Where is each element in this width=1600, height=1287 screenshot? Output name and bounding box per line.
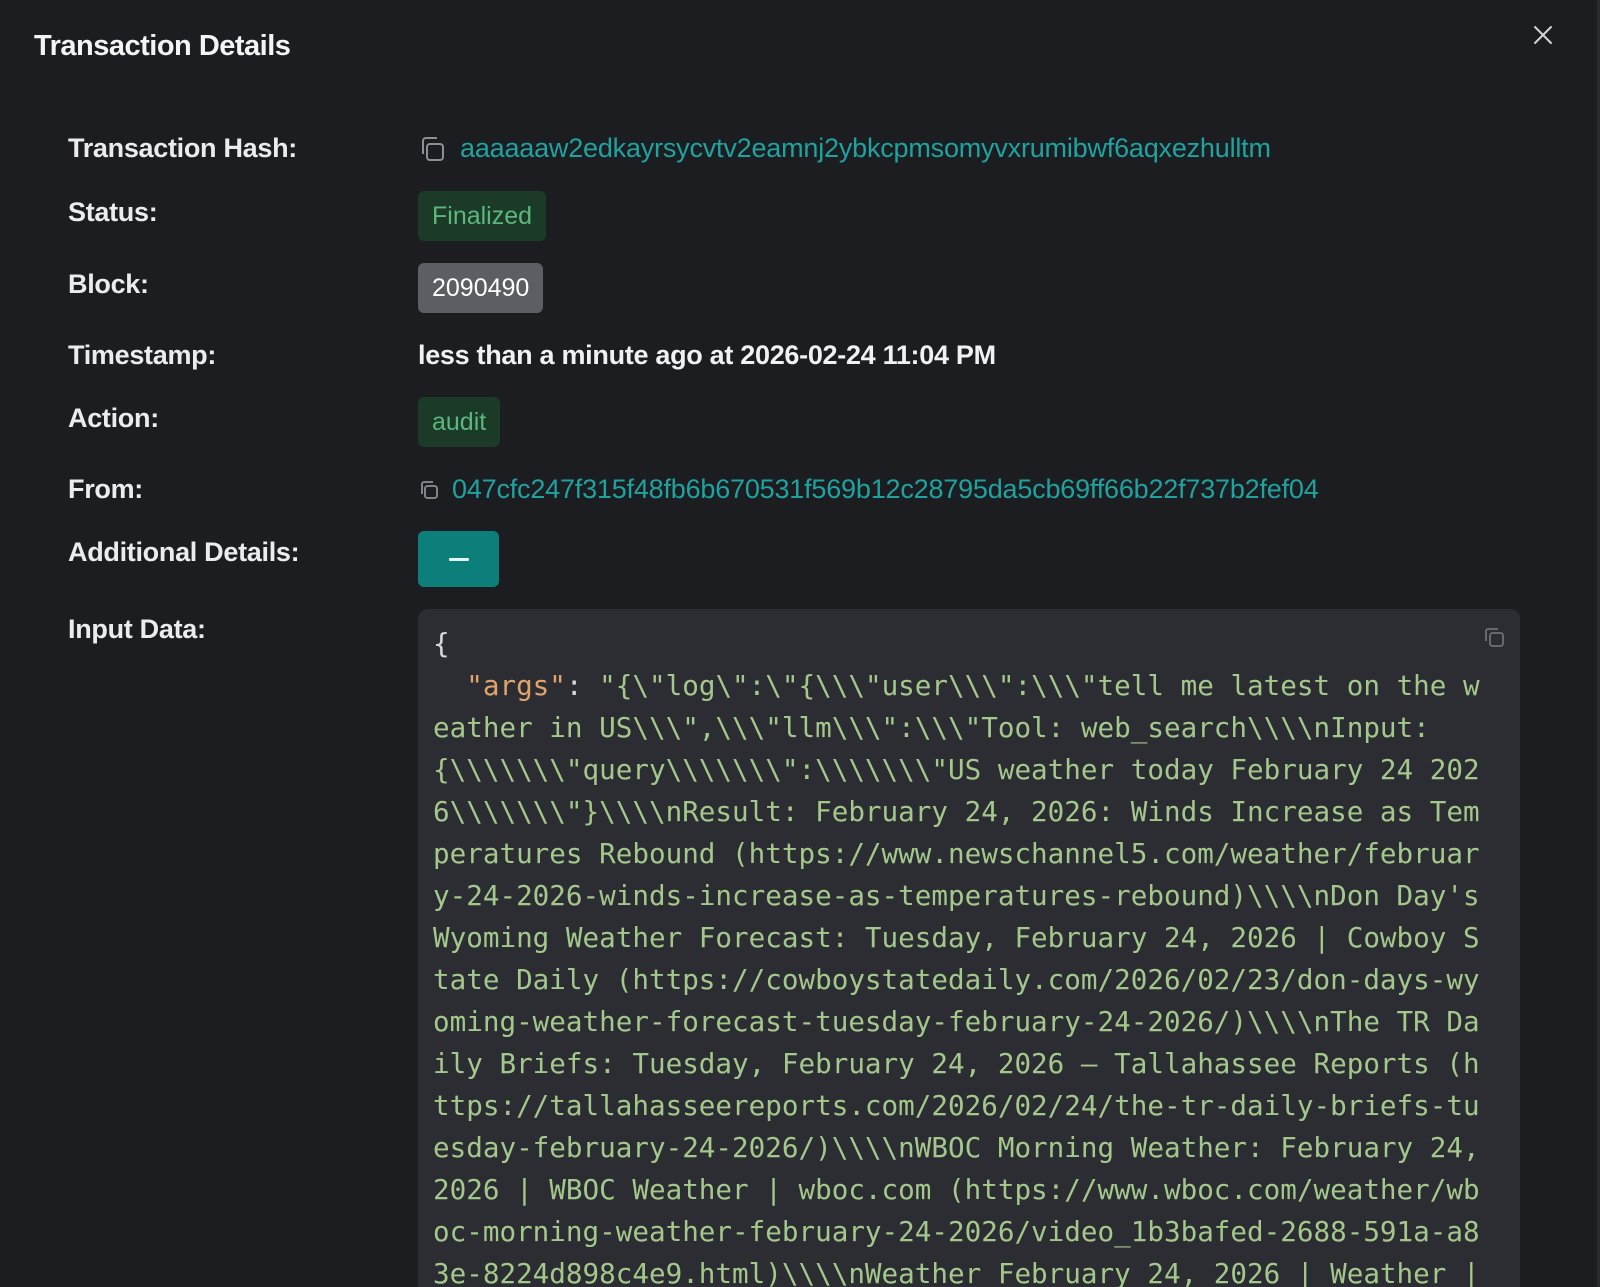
transaction-details-modal: Transaction Details Transaction Hash: aa… [0, 0, 1600, 1287]
timestamp-label: Timestamp: [68, 340, 217, 370]
input-data-code-block[interactable]: { "args": "{\"log\":\"{\\\"user\\\":\\\"… [418, 609, 1520, 1287]
row-transaction-hash: Transaction Hash: aaaaaaw2edkayrsycvtv2e… [68, 131, 1540, 171]
block-badge[interactable]: 2090490 [418, 263, 544, 313]
close-button[interactable] [1528, 20, 1558, 50]
row-additional-details: Additional Details: [68, 531, 1540, 588]
json-open-brace: { [433, 627, 450, 660]
action-value: audit [418, 397, 1540, 447]
transaction-hash-link[interactable]: aaaaaaw2edkayrsycvtv2eamnj2ybkcpmsomyvxr… [460, 133, 1271, 164]
additional-details-label: Additional Details: [68, 537, 300, 567]
status-value: Finalized [418, 191, 1540, 241]
action-badge: audit [418, 397, 501, 447]
additional-details-value [418, 531, 1540, 587]
row-from: From: 047cfc247f315f48fb6b670531f569b12c… [68, 472, 1540, 512]
json-value-args: "{\"log\":\"{\\\"user\\\":\\\"tell me la… [433, 669, 1497, 1287]
from-address-link[interactable]: 047cfc247f315f48fb6b670531f569b12c28795d… [452, 474, 1319, 505]
collapse-details-button[interactable] [418, 531, 499, 587]
json-colon: : [565, 669, 600, 702]
copy-icon[interactable] [418, 479, 440, 501]
action-label: Action: [68, 403, 159, 433]
status-label: Status: [68, 197, 158, 227]
block-value: 2090490 [418, 263, 1540, 313]
row-block: Block: 2090490 [68, 263, 1540, 315]
row-action: Action: audit [68, 397, 1540, 449]
modal-title: Transaction Details [34, 30, 291, 62]
copy-icon[interactable] [418, 135, 446, 163]
row-status: Status: Finalized [68, 191, 1540, 243]
status-badge: Finalized [418, 191, 547, 241]
timestamp-value: less than a minute ago at 2026-02-24 11:… [418, 340, 1540, 371]
input-data-label: Input Data: [68, 614, 206, 644]
from-label: From: [68, 474, 143, 504]
from-value: 047cfc247f315f48fb6b670531f569b12c28795d… [418, 474, 1540, 505]
copy-icon[interactable] [1482, 625, 1506, 654]
json-key-args: "args" [466, 669, 566, 702]
row-timestamp: Timestamp: less than a minute ago at 202… [68, 338, 1540, 378]
close-icon [1534, 26, 1552, 44]
transaction-hash-value: aaaaaaw2edkayrsycvtv2eamnj2ybkcpmsomyvxr… [418, 133, 1540, 164]
minus-icon [448, 557, 469, 561]
transaction-hash-label: Transaction Hash: [68, 133, 297, 163]
input-data-json: { "args": "{\"log\":\"{\\\"user\\\":\\\"… [418, 609, 1508, 1287]
block-label: Block: [68, 269, 149, 299]
timestamp-text: less than a minute ago at 2026-02-24 11:… [418, 340, 996, 370]
